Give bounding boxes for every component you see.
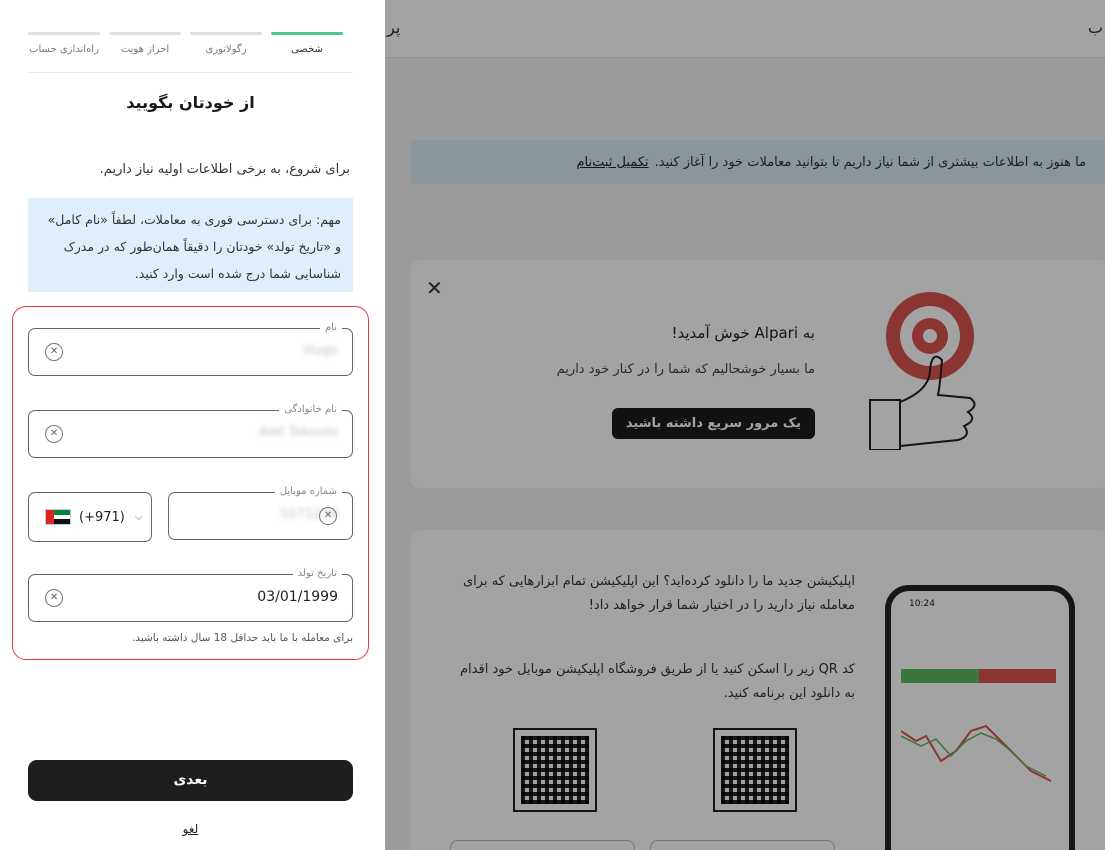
first-name-input[interactable]: Hugo	[304, 343, 338, 358]
next-button[interactable]: بعدی	[28, 760, 353, 801]
country-code-select[interactable]: (+971) ⌵	[28, 492, 152, 542]
step-account-setup: راه‌اندازی حساب	[28, 32, 100, 72]
mobile-number-field[interactable]: شماره موبایل 5571234 ✕	[168, 485, 353, 540]
step-bar	[28, 32, 100, 35]
cancel-link[interactable]: لغو	[28, 822, 353, 836]
field-label: نام خانوادگی	[279, 403, 342, 417]
clear-icon[interactable]: ✕	[319, 507, 337, 525]
age-requirement-note: برای معامله با ما باید حداقل 18 سال داشت…	[131, 632, 353, 644]
field-label: شماره موبایل	[274, 485, 342, 499]
step-label: رگولاتوری	[205, 44, 247, 55]
important-notice: مهم: برای دسترسی فوری به معاملات، لطفاً …	[28, 198, 353, 292]
step-label: راه‌اندازی حساب	[29, 44, 99, 55]
step-bar	[109, 32, 181, 35]
last-name-input[interactable]: Alef Tokooto	[259, 425, 338, 440]
header-divider	[28, 72, 353, 73]
step-bar	[271, 32, 343, 35]
step-regulatory: رگولاتوری	[190, 32, 262, 72]
step-bar	[190, 32, 262, 35]
intro-text: برای شروع، به برخی اطلاعات اولیه نیاز دا…	[99, 162, 350, 177]
step-label: احراز هویت	[120, 44, 170, 55]
date-of-birth-field[interactable]: تاریخ تولد 03/01/1999 ✕	[28, 567, 353, 622]
step-personal: شخصی	[271, 32, 343, 72]
date-of-birth-input[interactable]: 03/01/1999	[257, 589, 338, 605]
last-name-field[interactable]: نام خانوادگی Alef Tokooto ✕	[28, 403, 353, 458]
personal-info-drawer: شخصی رگولاتوری احراز هویت راه‌اندازی حسا…	[0, 0, 385, 850]
clear-icon[interactable]: ✕	[45, 343, 63, 361]
clear-icon[interactable]: ✕	[45, 425, 63, 443]
field-label: نام	[319, 321, 342, 335]
field-label: تاریخ تولد	[292, 567, 342, 581]
clear-icon[interactable]: ✕	[45, 589, 63, 607]
modal-backdrop[interactable]	[385, 0, 1105, 850]
first-name-field[interactable]: نام Hugo ✕	[28, 321, 353, 376]
step-label: شخصی	[291, 44, 323, 55]
progress-stepper: شخصی رگولاتوری احراز هویت راه‌اندازی حسا…	[28, 32, 343, 72]
chevron-down-icon: ⌵	[134, 511, 143, 523]
page-title: از خودتان بگویید	[126, 93, 255, 112]
step-verification: احراز هویت	[109, 32, 181, 72]
country-code-value: (+971)	[79, 509, 125, 525]
uae-flag-icon	[45, 509, 71, 525]
